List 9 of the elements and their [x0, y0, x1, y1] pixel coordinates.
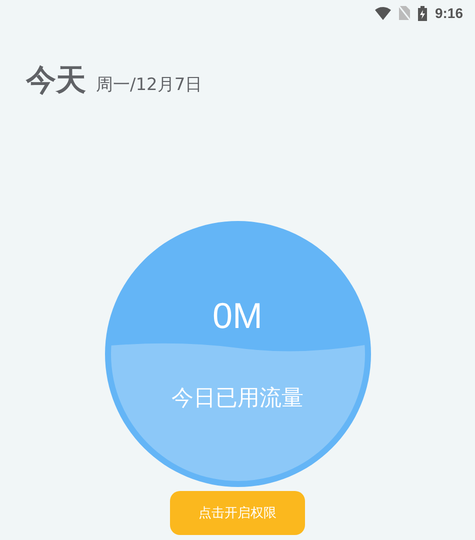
battery-icon — [418, 6, 427, 20]
wifi-icon — [374, 6, 391, 20]
status-time: 9:16 — [434, 5, 463, 21]
usage-label: 今日已用流量 — [172, 385, 304, 413]
usage-amount: 0M — [212, 295, 262, 337]
enable-permission-button[interactable]: 点击开启权限 — [170, 491, 305, 535]
no-sim-icon — [398, 6, 410, 20]
page-title: 今天 — [26, 62, 86, 100]
date-label: 周一/12月7日 — [96, 74, 202, 96]
